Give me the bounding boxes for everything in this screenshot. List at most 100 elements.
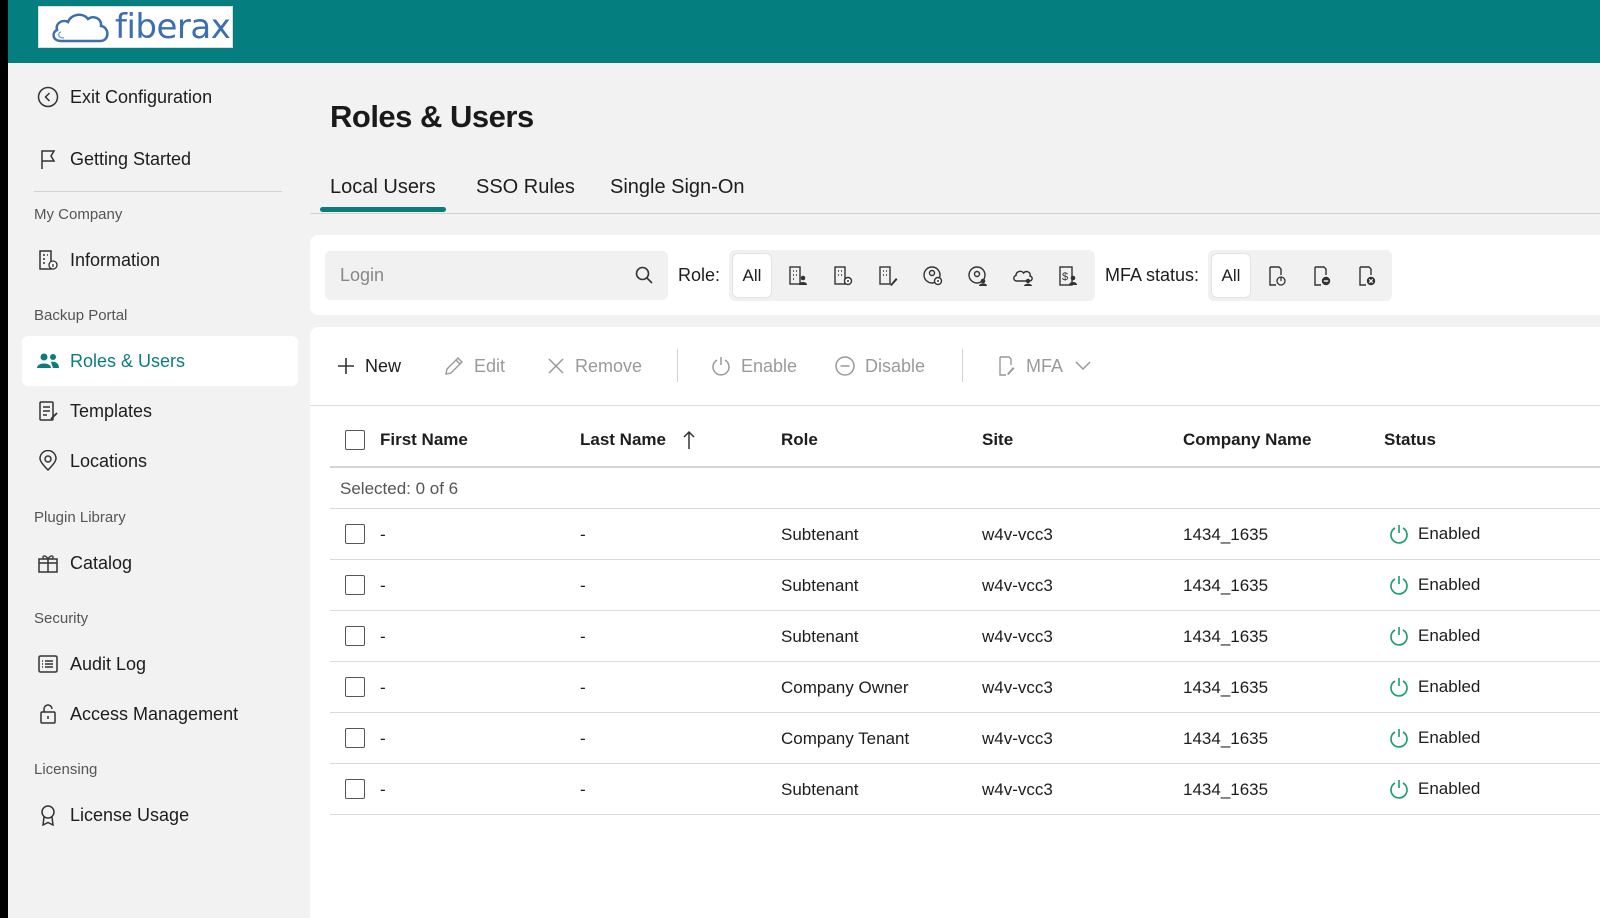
gift-box-icon (36, 551, 60, 575)
enable-button-label: Enable (741, 355, 798, 376)
table-row[interactable]: - - Subtenant w4v-vcc3 1434_1635 Enabled (330, 509, 1600, 560)
exit-configuration-label: Exit Configuration (70, 86, 213, 107)
table-row[interactable]: - - Subtenant w4v-vcc3 1434_1635 Enabled (330, 764, 1600, 815)
disable-button[interactable]: Disable (834, 351, 925, 381)
minus-circle-icon (834, 355, 856, 377)
invoice-user-icon[interactable]: $ (1049, 254, 1087, 297)
cell-company-name: 1434_1635 (1183, 780, 1269, 799)
row-checkbox[interactable] (345, 575, 365, 595)
sidebar-item-license-usage[interactable]: License Usage (22, 790, 298, 840)
row-checkbox[interactable] (345, 728, 365, 748)
sidebar-item-label: Roles & Users (70, 350, 186, 371)
cell-company-name: 1434_1635 (1183, 525, 1269, 544)
users-panel: New Edit Remove Enable Disable MFA First… (310, 327, 1600, 918)
search-icon[interactable] (634, 265, 654, 290)
tab-sso-rules[interactable]: SSO Rules (476, 176, 575, 199)
cell-role: Subtenant (781, 576, 859, 595)
sidebar-item-access-management[interactable]: Access Management (22, 689, 298, 739)
chevron-down-icon (1075, 361, 1091, 371)
cell-role: Subtenant (781, 627, 859, 646)
column-header-site[interactable]: Site (982, 430, 1013, 450)
new-button[interactable]: New (336, 351, 401, 381)
remove-button[interactable]: Remove (546, 351, 642, 381)
location-pin-icon (36, 449, 60, 473)
mfa-not-configured-icon[interactable] (1348, 254, 1386, 297)
tab-local-users[interactable]: Local Users (330, 176, 436, 199)
cell-role: Subtenant (781, 525, 859, 544)
sidebar-item-locations[interactable]: Locations (22, 436, 298, 486)
status-label: Enabled (1418, 524, 1481, 543)
sidebar-item-roles-users[interactable]: Roles & Users (22, 336, 298, 386)
power-enabled-icon (1390, 525, 1408, 544)
page-title: Roles & Users (330, 99, 534, 134)
cell-status: Enabled (1388, 574, 1480, 596)
column-header-company-name[interactable]: Company Name (1183, 430, 1311, 450)
sidebar-item-information[interactable]: Information (22, 235, 298, 285)
subtenant-icon[interactable] (914, 254, 952, 297)
mfa-disabled-icon[interactable] (1303, 254, 1341, 297)
table-row[interactable]: - - Company Owner w4v-vcc3 1434_1635 Ena… (330, 662, 1600, 713)
login-search-input[interactable] (340, 265, 620, 286)
power-enabled-icon (1390, 576, 1408, 595)
column-header-role[interactable]: Role (781, 430, 818, 450)
section-plugin-library: Plugin Library (34, 509, 126, 526)
mfa-dropdown-button[interactable]: MFA (997, 351, 1091, 381)
row-checkbox[interactable] (345, 779, 365, 799)
exit-configuration-button[interactable]: Exit Configuration (22, 72, 298, 122)
building-info-icon (36, 248, 60, 272)
main-content: Roles & Users Local Users SSO Rules Sing… (310, 63, 1600, 918)
edit-button[interactable]: Edit (443, 351, 505, 381)
cell-role: Company Tenant (781, 729, 910, 748)
sidebar-item-catalog[interactable]: Catalog (22, 538, 298, 588)
company-owner-icon[interactable] (779, 254, 817, 297)
mfa-enabled-icon[interactable] (1258, 254, 1296, 297)
power-enabled-icon (1390, 678, 1408, 697)
logo-text: fiberax (115, 7, 231, 47)
column-header-status[interactable]: Status (1384, 430, 1436, 450)
cell-first-name: - (380, 525, 386, 544)
mfa-filter-all-button[interactable]: All (1212, 254, 1250, 297)
reseller-icon[interactable] (959, 254, 997, 297)
table-header: First Name Last Name Role Site Company N… (330, 406, 1600, 468)
sidebar-item-getting-started[interactable]: Getting Started (22, 134, 298, 184)
sidebar-item-label: Catalog (70, 552, 133, 573)
sidebar-item-label: Getting Started (70, 148, 192, 169)
cell-status: Enabled (1388, 778, 1480, 800)
mfa-filter-group: All (1208, 250, 1392, 301)
sidebar-item-templates[interactable]: Templates (22, 386, 298, 436)
enable-button[interactable]: Enable (710, 351, 797, 381)
search-box (325, 251, 668, 300)
cell-last-name: - (580, 780, 586, 799)
cell-site: w4v-vcc3 (982, 729, 1053, 748)
cell-first-name: - (380, 780, 386, 799)
role-filter-group: All $ (729, 250, 1095, 301)
tab-single-sign-on[interactable]: Single Sign-On (610, 176, 745, 199)
cell-status: Enabled (1388, 676, 1480, 698)
table-row[interactable]: - - Subtenant w4v-vcc3 1434_1635 Enabled (330, 560, 1600, 611)
svg-text:$: $ (1062, 271, 1068, 283)
status-label: Enabled (1418, 779, 1481, 798)
table-row[interactable]: - - Company Tenant w4v-vcc3 1434_1635 En… (330, 713, 1600, 764)
column-header-first-name[interactable]: First Name (380, 430, 468, 450)
section-security: Security (34, 610, 89, 627)
award-icon (36, 803, 60, 827)
select-all-checkbox[interactable] (345, 430, 365, 450)
company-tenant-icon[interactable] (869, 254, 907, 297)
row-checkbox[interactable] (345, 626, 365, 646)
row-checkbox[interactable] (345, 677, 365, 697)
cloud-tenant-icon[interactable] (1004, 254, 1042, 297)
table-row[interactable]: - - Subtenant w4v-vcc3 1434_1635 Enabled (330, 611, 1600, 662)
cell-last-name: - (580, 729, 586, 748)
filter-bar: Role: All (310, 235, 1600, 315)
column-header-last-name[interactable]: Last Name (580, 430, 696, 450)
row-checkbox[interactable] (345, 524, 365, 544)
sidebar-item-audit-log[interactable]: Audit Log (22, 639, 298, 689)
role-filter-all-button[interactable]: All (733, 254, 771, 297)
active-tab-indicator (320, 207, 446, 212)
cell-last-name: - (580, 576, 586, 595)
cell-company-name: 1434_1635 (1183, 729, 1269, 748)
cell-company-name: 1434_1635 (1183, 576, 1269, 595)
plus-icon (336, 356, 356, 376)
company-admin-icon[interactable] (824, 254, 862, 297)
toolbar-divider (677, 349, 678, 382)
